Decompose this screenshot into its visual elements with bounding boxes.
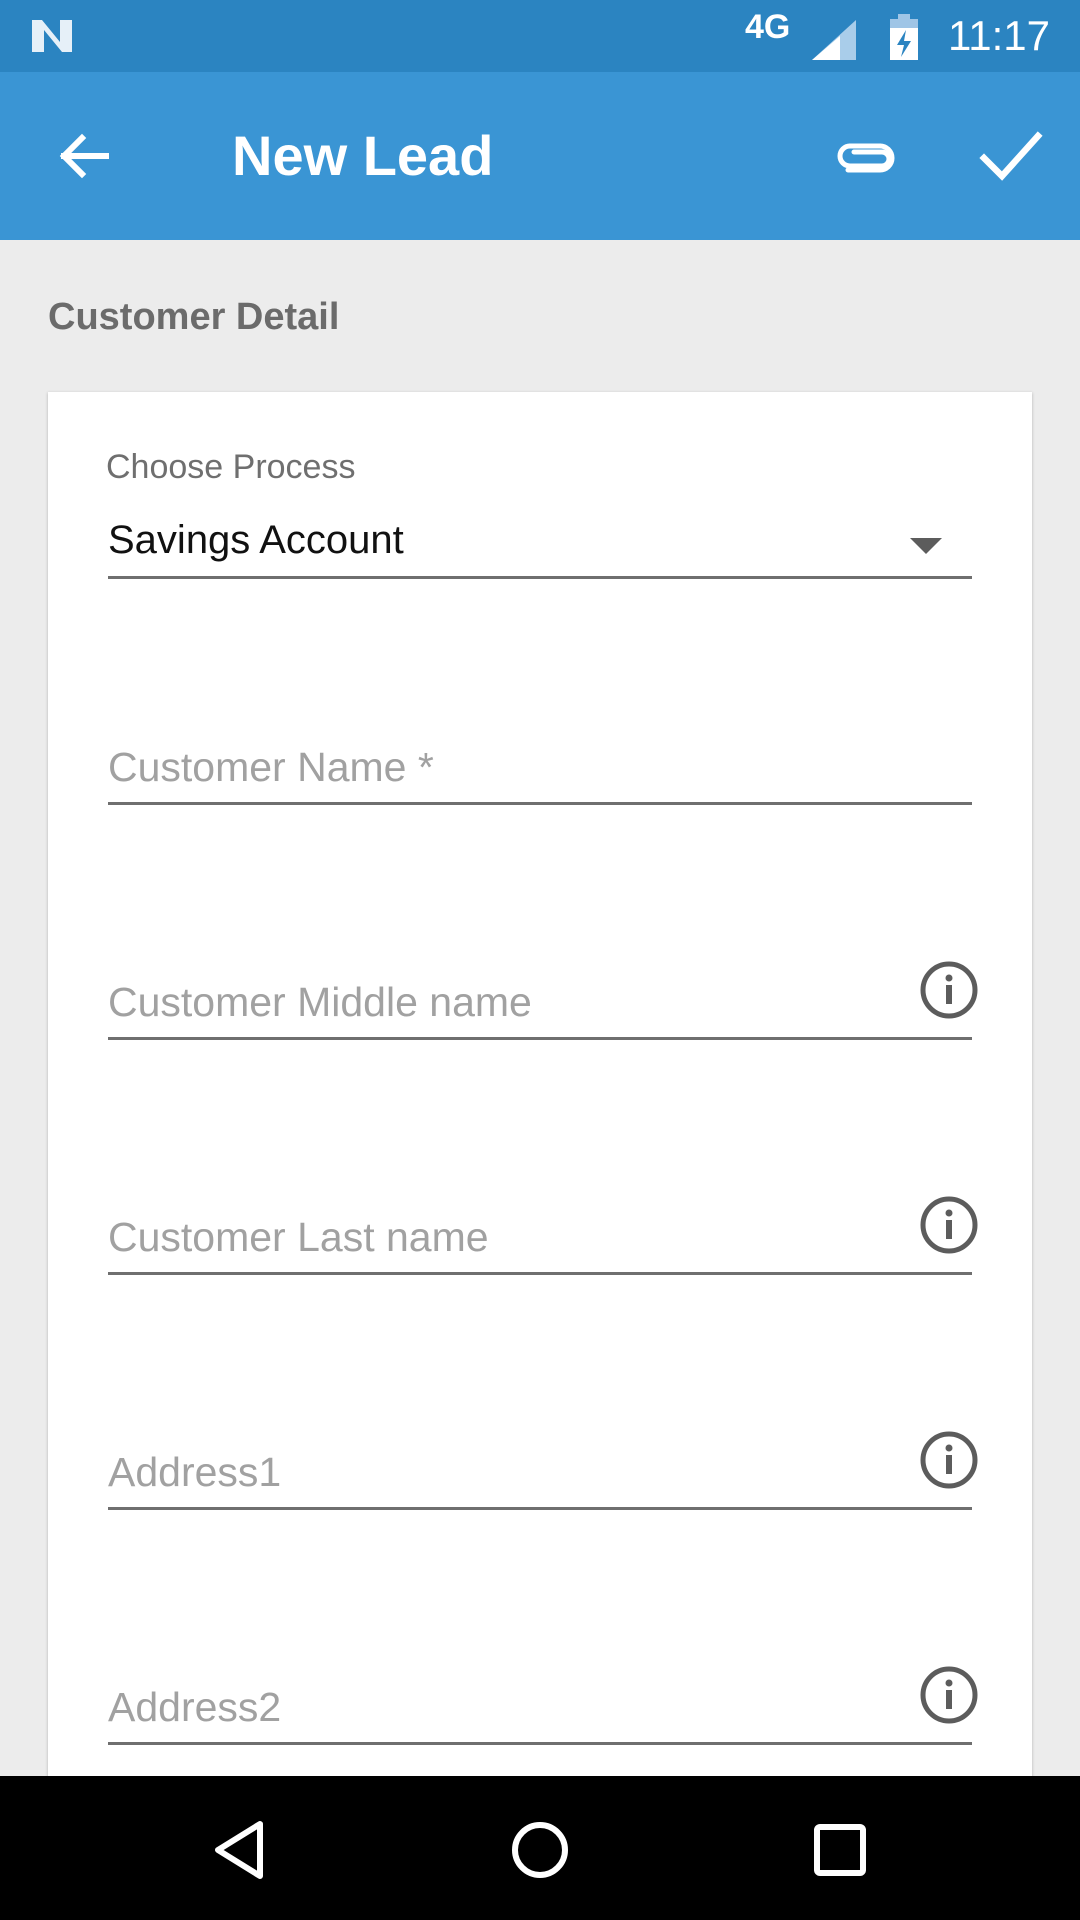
signal-icon bbox=[812, 20, 856, 60]
field-placeholder: Customer Last name bbox=[108, 1214, 489, 1260]
nav-recents-icon[interactable] bbox=[804, 1814, 876, 1886]
field-placeholder: Address2 bbox=[108, 1684, 282, 1730]
system-nav-bar bbox=[0, 1776, 1080, 1920]
process-selected-value: Savings Account bbox=[108, 518, 404, 562]
process-dropdown[interactable]: Savings Account bbox=[108, 508, 972, 579]
clock: 11:17 bbox=[948, 12, 1050, 59]
section-title: Customer Detail bbox=[48, 296, 340, 338]
status-bar: 4G 11:17 bbox=[0, 0, 1080, 72]
nav-home-icon[interactable] bbox=[504, 1814, 576, 1886]
page-title: New Lead bbox=[232, 124, 494, 187]
battery-charging-icon bbox=[890, 14, 918, 60]
network-type: 4G bbox=[745, 8, 791, 46]
check-icon[interactable] bbox=[976, 120, 1046, 190]
info-icon[interactable] bbox=[918, 1194, 980, 1256]
info-icon[interactable] bbox=[918, 959, 980, 1021]
address2-field[interactable]: Address2 bbox=[108, 1666, 978, 1745]
customer-last-name-field[interactable]: Customer Last name bbox=[108, 1196, 978, 1275]
attach-icon[interactable] bbox=[830, 122, 898, 190]
nav-back-icon[interactable] bbox=[204, 1814, 276, 1886]
customer-middle-name-field[interactable]: Customer Middle name bbox=[108, 961, 978, 1040]
field-placeholder: Address1 bbox=[108, 1449, 282, 1495]
customer-name-field[interactable]: Customer Name * bbox=[108, 732, 972, 805]
info-icon[interactable] bbox=[918, 1429, 980, 1491]
dropdown-caret-icon bbox=[910, 538, 942, 554]
address1-field[interactable]: Address1 bbox=[108, 1431, 978, 1510]
process-label: Choose Process bbox=[106, 448, 356, 486]
notification-n-icon bbox=[32, 20, 72, 52]
app-bar: New Lead bbox=[0, 72, 1080, 240]
customer-detail-card: Choose Process Savings Account Customer … bbox=[48, 392, 1032, 1792]
field-placeholder: Customer Name * bbox=[108, 744, 434, 790]
arrow-back-icon[interactable] bbox=[52, 124, 116, 188]
info-icon[interactable] bbox=[918, 1664, 980, 1726]
field-placeholder: Customer Middle name bbox=[108, 979, 532, 1025]
